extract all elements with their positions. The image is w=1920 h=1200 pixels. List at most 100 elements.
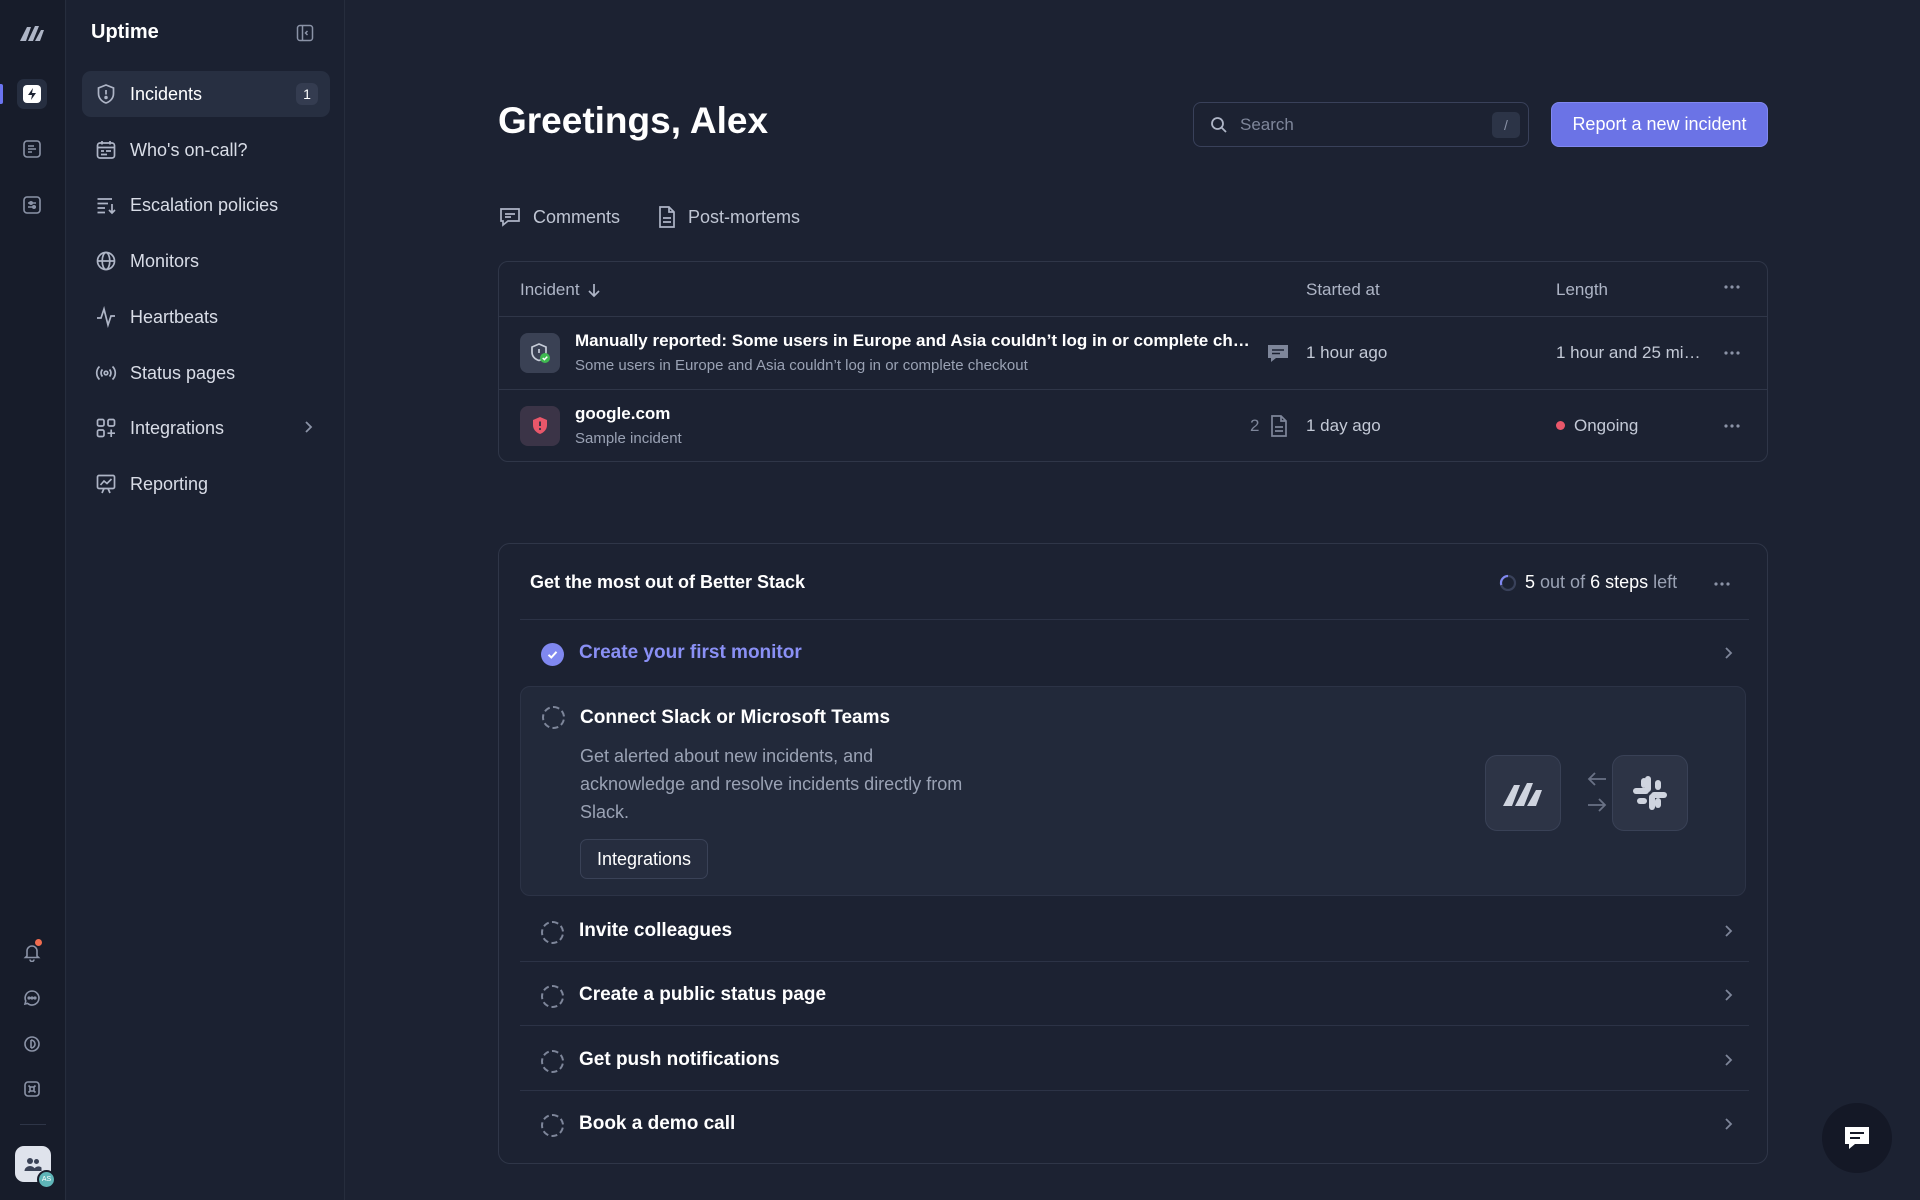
search-shortcut-key: /: [1492, 112, 1520, 138]
onboarding-step-demo-call[interactable]: Book a demo call: [520, 1093, 1749, 1157]
onboarding-divider: [520, 1025, 1749, 1026]
resolved-incident-icon: [520, 333, 560, 373]
pulse-icon: [94, 305, 118, 329]
incident-started-at: 1 day ago: [1306, 416, 1381, 435]
table-row[interactable]: Manually reported: Some users in Europe …: [499, 317, 1767, 389]
calendar-icon: [94, 138, 118, 162]
sidebar-item-heartbeats[interactable]: Heartbeats: [82, 294, 330, 340]
step-label: Invite colleagues: [579, 920, 733, 941]
chevron-right-icon: [1721, 1117, 1735, 1131]
sidebar-item-status-pages[interactable]: Status pages: [82, 350, 330, 396]
search-placeholder: Search: [1240, 114, 1294, 134]
sidebar-item-label: Status pages: [130, 362, 236, 383]
sidebar-item-reporting[interactable]: Reporting: [82, 461, 330, 507]
incident-length: 1 hour and 25 minutes: [1556, 343, 1701, 362]
chat-bubble-icon[interactable]: [17, 983, 47, 1013]
step-description: Get alerted about new incidents, and ack…: [580, 746, 963, 822]
post-mortem-count: 2: [1250, 416, 1260, 435]
better-stack-logo-icon[interactable]: [17, 17, 47, 47]
sidebar-collapse-icon[interactable]: [296, 24, 314, 42]
incidents-count-badge: 1: [296, 83, 318, 105]
command-palette-icon[interactable]: [17, 1074, 47, 1104]
chart-board-icon: [94, 472, 118, 496]
sidebar-item-escalation-policies[interactable]: Escalation policies: [82, 182, 330, 228]
table-options-icon[interactable]: [1724, 284, 1740, 290]
sidebar-item-label: Monitors: [130, 250, 200, 271]
onboarding-step-create-monitor[interactable]: Create your first monitor: [520, 622, 1749, 686]
sidebar-item-label: Integrations: [130, 417, 225, 438]
onboarding-title: Get the most out of Better Stack: [530, 572, 806, 592]
sidebar-item-label: Heartbeats: [130, 306, 219, 327]
incident-subtitle: Sample incident: [575, 430, 682, 447]
incident-title[interactable]: Manually reported: Some users in Europe …: [575, 331, 1253, 351]
chevron-right-icon: [1721, 1053, 1735, 1067]
notifications-bell-icon[interactable]: [17, 937, 47, 967]
rail-active-marker: [0, 84, 3, 104]
row-options-icon[interactable]: [1724, 350, 1740, 356]
onboarding-step-push-notifications[interactable]: Get push notifications: [520, 1029, 1749, 1093]
broadcast-icon: [94, 361, 118, 385]
billing-coin-icon[interactable]: [17, 1029, 47, 1059]
sidebar-item-label: Incidents: [130, 83, 203, 104]
onboarding-step-status-page[interactable]: Create a public status page: [520, 964, 1749, 1028]
step-done-check-icon: [541, 643, 564, 666]
comment-indicator-icon[interactable]: [1266, 342, 1290, 364]
onboarding-divider: [520, 1090, 1749, 1091]
support-chat-button[interactable]: [1822, 1103, 1892, 1173]
icon-rail: AS: [0, 0, 66, 1200]
post-mortem-document-icon[interactable]: [1269, 414, 1289, 438]
steps-remaining: 5: [1525, 572, 1536, 592]
integrations-button[interactable]: Integrations: [580, 839, 709, 879]
chevron-right-icon: [300, 419, 316, 435]
tab-post-mortems[interactable]: Post-mortems: [657, 204, 800, 230]
step-pending-circle-icon: [541, 1114, 564, 1137]
search-icon: [1210, 116, 1228, 134]
tab-label: Post-mortems: [688, 206, 801, 227]
incidents-table: Incident Started at Length Manually repo…: [498, 261, 1768, 462]
step-pending-circle-icon: [542, 706, 565, 729]
chevron-right-icon: [1721, 924, 1735, 938]
dashboards-product-icon[interactable]: [17, 190, 47, 220]
onboarding-options-icon[interactable]: [1714, 581, 1730, 587]
step-label: Get push notifications: [579, 1049, 780, 1070]
steps-word: steps: [1605, 572, 1649, 592]
chat-icon: [1842, 1123, 1872, 1153]
sidebar-item-monitors[interactable]: Monitors: [82, 238, 330, 284]
logs-product-icon[interactable]: [17, 134, 47, 164]
step-label: Connect Slack or Microsoft Teams: [580, 707, 891, 728]
sort-arrow-down-icon: [586, 282, 602, 298]
sidebar-item-incidents[interactable]: Incidents 1: [82, 71, 330, 117]
incident-subtitle: Some users in Europe and Asia couldn’t l…: [575, 357, 1028, 374]
tab-label: Comments: [533, 206, 621, 227]
column-header-label: Incident: [520, 280, 580, 299]
table-row[interactable]: google.com Sample incident 2 1 day ago O…: [499, 390, 1767, 462]
sidebar-item-label: Escalation policies: [130, 194, 279, 215]
incident-title[interactable]: google.com: [575, 404, 670, 424]
steps-total: 6: [1590, 572, 1601, 592]
row-options-icon[interactable]: [1724, 423, 1740, 429]
sidebar-item-label: Who's on-call?: [130, 139, 248, 160]
search-input[interactable]: Search /: [1193, 102, 1529, 147]
globe-icon: [94, 249, 118, 273]
tab-comments[interactable]: Comments: [498, 204, 620, 230]
grid-plus-icon: [94, 416, 118, 440]
report-incident-button[interactable]: Report a new incident: [1551, 102, 1768, 147]
onboarding-step-connect-slack: Connect Slack or Microsoft Teams Get ale…: [520, 686, 1746, 896]
column-header-incident[interactable]: Incident: [520, 280, 602, 300]
sidebar: Uptime Incidents 1 Who's on-call? Escala…: [67, 0, 345, 1200]
document-icon: [657, 205, 677, 229]
onboarding-step-invite-colleagues[interactable]: Invite colleagues: [520, 900, 1749, 964]
onboarding-progress: 5 out of 6 steps left: [1499, 572, 1677, 593]
onboarding-divider: [520, 619, 1749, 620]
better-stack-logo-icon: [1485, 755, 1561, 831]
ongoing-incident-icon: [520, 406, 560, 446]
sidebar-item-integrations[interactable]: Integrations: [82, 405, 330, 451]
slack-logo-icon: [1612, 755, 1688, 831]
notification-dot: [35, 939, 42, 946]
step-pending-circle-icon: [541, 1050, 564, 1073]
sidebar-item-on-call[interactable]: Who's on-call?: [82, 127, 330, 173]
ongoing-status-dot: [1556, 421, 1565, 431]
steps-out-of-text: out of: [1540, 572, 1586, 592]
chevron-right-icon: [1721, 988, 1735, 1002]
uptime-product-icon[interactable]: [17, 79, 47, 109]
